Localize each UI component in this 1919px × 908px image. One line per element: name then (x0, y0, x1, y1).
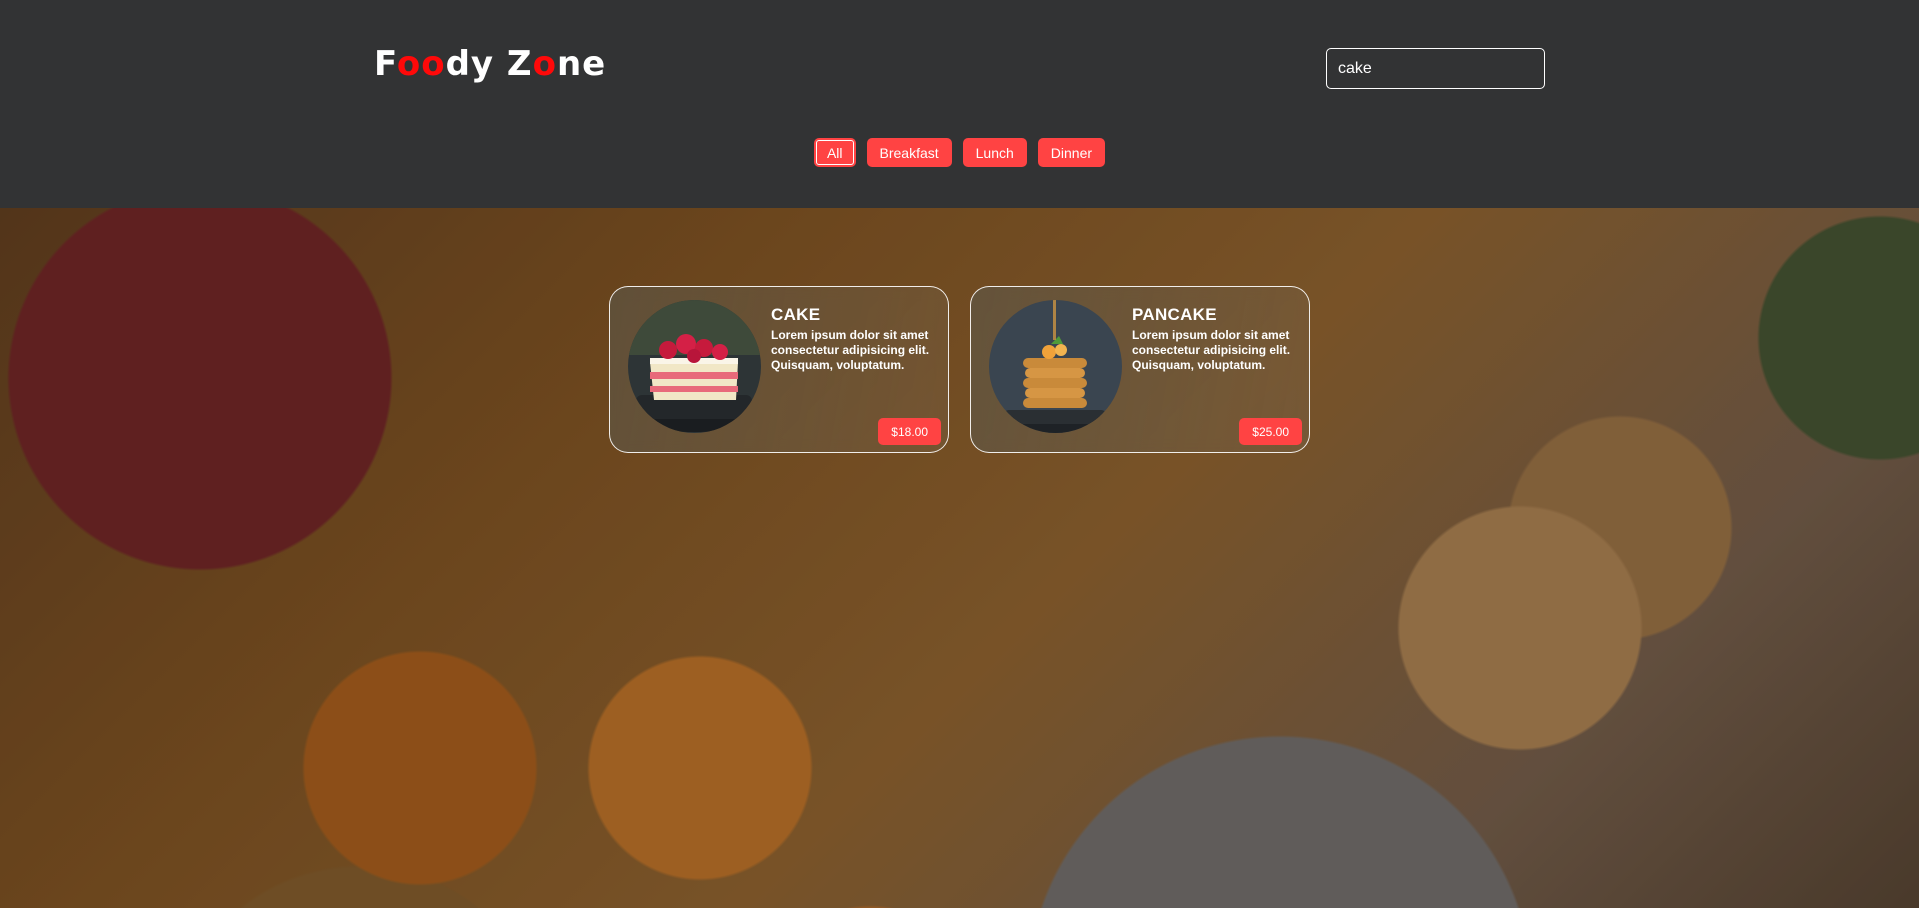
food-card-pancake[interactable]: PANCAKE Lorem ipsum dolor sit amet conse… (970, 286, 1310, 453)
logo-part: ne (556, 44, 607, 84)
card-description: Lorem ipsum dolor sit amet consectetur a… (1132, 328, 1291, 372)
card-title: CAKE (771, 305, 821, 324)
filter-bar: All Breakfast Lunch Dinner (0, 138, 1919, 167)
card-description: Lorem ipsum dolor sit amet consectetur a… (771, 328, 930, 372)
cake-image (628, 300, 761, 433)
food-card-list: CAKE Lorem ipsum dolor sit amet consecte… (0, 286, 1919, 453)
pancake-image (989, 300, 1122, 433)
logo-part: F (374, 44, 397, 84)
logo-part: dy Z (445, 44, 533, 84)
filter-lunch-button[interactable]: Lunch (962, 138, 1027, 167)
price-button[interactable]: $18.00 (878, 418, 941, 445)
logo[interactable]: Foody Zone (374, 44, 606, 84)
top-header: Foody Zone All Breakfast Lunch Dinner (0, 0, 1919, 208)
search-input[interactable] (1326, 48, 1545, 89)
logo-part-accent: oo (396, 44, 446, 84)
logo-part-accent: o (532, 44, 557, 84)
price-button[interactable]: $25.00 (1239, 418, 1302, 445)
filter-all-button[interactable]: All (813, 138, 856, 167)
filter-dinner-button[interactable]: Dinner (1037, 138, 1106, 167)
food-card-cake[interactable]: CAKE Lorem ipsum dolor sit amet consecte… (609, 286, 949, 453)
filter-breakfast-button[interactable]: Breakfast (866, 138, 952, 167)
card-title: PANCAKE (1132, 305, 1217, 324)
